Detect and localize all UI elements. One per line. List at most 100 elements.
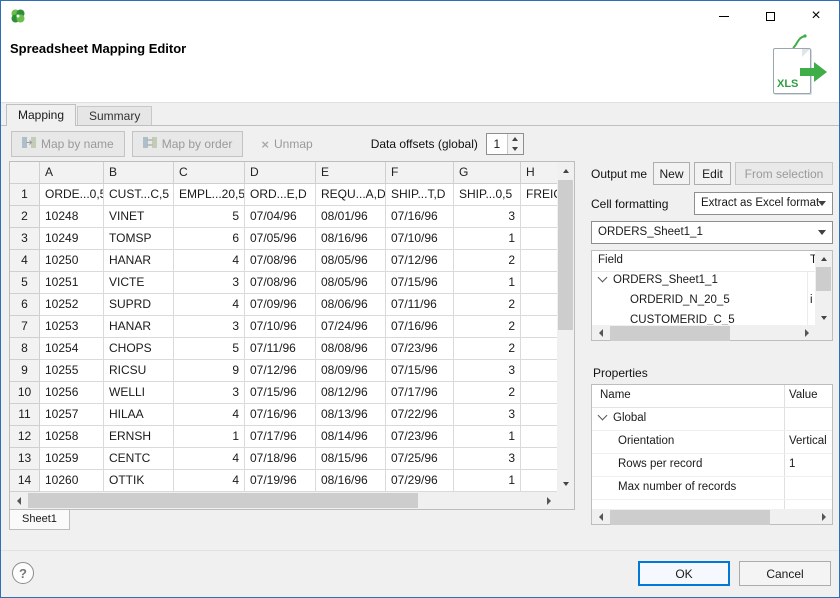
grid-cell[interactable] <box>521 426 557 448</box>
grid-cell[interactable]: 07/04/96 <box>245 206 316 228</box>
tab-summary[interactable]: Summary <box>77 106 152 125</box>
chevron-down-icon[interactable] <box>598 411 608 421</box>
grid-cell[interactable]: VICTE <box>104 272 174 294</box>
grid-cell[interactable]: 10255 <box>40 360 104 382</box>
grid-cell[interactable]: SHIP...0,5 <box>454 184 521 206</box>
grid-cell[interactable]: 3 <box>454 404 521 426</box>
row-number[interactable]: 7 <box>10 316 40 338</box>
grid-cell[interactable]: 10257 <box>40 404 104 426</box>
grid-cell[interactable] <box>521 382 557 404</box>
name-column-header[interactable]: Name <box>592 385 784 407</box>
grid-cell[interactable]: 07/10/96 <box>245 316 316 338</box>
grid-cell[interactable]: 1 <box>174 426 245 448</box>
ok-button[interactable]: OK <box>638 561 730 586</box>
grid-cell[interactable]: 6 <box>174 228 245 250</box>
vertical-scroll-thumb[interactable] <box>558 180 573 330</box>
grid-cell[interactable]: 4 <box>174 448 245 470</box>
grid-cell[interactable] <box>521 272 557 294</box>
column-header-g[interactable]: G <box>454 162 521 184</box>
chevron-down-icon[interactable] <box>598 273 608 283</box>
tree-row[interactable]: ORDERID_N_20_5i <box>592 291 815 311</box>
grid-cell[interactable]: 2 <box>454 338 521 360</box>
grid-cell[interactable]: ERNSH <box>104 426 174 448</box>
grid-cell[interactable]: 07/29/96 <box>386 470 454 492</box>
grid-cell[interactable]: 07/25/96 <box>386 448 454 470</box>
grid-cell[interactable]: 07/12/96 <box>245 360 316 382</box>
scroll-down-arrow[interactable] <box>557 475 574 492</box>
grid-cell[interactable]: EMPL...20,5 <box>174 184 245 206</box>
grid-cell[interactable]: 07/19/96 <box>245 470 316 492</box>
row-number[interactable]: 1 <box>10 184 40 206</box>
grid-vertical-scrollbar[interactable] <box>557 162 574 492</box>
cancel-button[interactable]: Cancel <box>739 561 831 586</box>
grid-cell[interactable]: 08/16/96 <box>316 470 386 492</box>
grid-cell[interactable]: ORD...E,D <box>245 184 316 206</box>
grid-cell[interactable]: 07/11/96 <box>386 294 454 316</box>
grid-cell[interactable] <box>521 470 557 492</box>
grid-cell[interactable]: 4 <box>174 404 245 426</box>
grid-cell[interactable]: 08/08/96 <box>316 338 386 360</box>
grid-cell[interactable]: 3 <box>454 206 521 228</box>
grid-cell[interactable]: 10253 <box>40 316 104 338</box>
grid-cell[interactable]: 10249 <box>40 228 104 250</box>
grid-cell[interactable]: HANAR <box>104 250 174 272</box>
unmap-button[interactable]: × Unmap <box>250 131 323 157</box>
data-offsets-value[interactable]: 1 <box>487 134 507 154</box>
grid-cell[interactable]: 07/15/96 <box>245 382 316 404</box>
row-number[interactable]: 14 <box>10 470 40 492</box>
grid-cell[interactable]: 10259 <box>40 448 104 470</box>
grid-cell[interactable]: 10251 <box>40 272 104 294</box>
grid-cell[interactable]: 08/16/96 <box>316 228 386 250</box>
grid-cell[interactable]: 4 <box>174 470 245 492</box>
horizontal-scroll-thumb[interactable] <box>610 510 770 525</box>
grid-cell[interactable]: 07/23/96 <box>386 426 454 448</box>
grid-cell[interactable] <box>521 404 557 426</box>
scroll-up-arrow[interactable] <box>557 162 574 179</box>
scroll-right-arrow[interactable] <box>540 492 557 509</box>
grid-cell[interactable]: 07/12/96 <box>386 250 454 272</box>
grid-horizontal-scrollbar[interactable] <box>10 492 557 509</box>
scroll-left-arrow[interactable] <box>592 509 609 524</box>
grid-cell[interactable]: 07/17/96 <box>386 382 454 404</box>
column-header-h[interactable]: H <box>521 162 557 184</box>
grid-cell[interactable]: 07/15/96 <box>386 272 454 294</box>
type-column-header[interactable]: T <box>807 251 815 271</box>
grid-cell[interactable] <box>521 338 557 360</box>
property-value[interactable]: Vertical <box>784 431 832 453</box>
grid-cell[interactable]: 1 <box>454 426 521 448</box>
grid-cell[interactable]: 08/12/96 <box>316 382 386 404</box>
column-header-f[interactable]: F <box>386 162 454 184</box>
grid-cell[interactable]: 07/18/96 <box>245 448 316 470</box>
column-header-a[interactable]: A <box>40 162 104 184</box>
property-row[interactable]: Global <box>592 408 832 431</box>
grid-cell[interactable]: 2 <box>454 316 521 338</box>
cell-formatting-select[interactable]: Extract as Excel format <box>694 192 833 215</box>
horizontal-scroll-thumb[interactable] <box>610 326 730 341</box>
scroll-left-arrow[interactable] <box>592 325 609 340</box>
property-row[interactable]: OrientationVertical <box>592 431 832 454</box>
grid-corner-cell[interactable] <box>10 162 40 184</box>
grid-cell[interactable]: RICSU <box>104 360 174 382</box>
grid-cell[interactable]: SHIP...T,D <box>386 184 454 206</box>
map-by-order-button[interactable]: Map by order <box>132 131 244 157</box>
grid-cell[interactable] <box>521 294 557 316</box>
grid-cell[interactable]: CENTC <box>104 448 174 470</box>
row-number[interactable]: 3 <box>10 228 40 250</box>
grid-cell[interactable]: 2 <box>454 382 521 404</box>
metadata-select[interactable]: ORDERS_Sheet1_1 <box>591 221 833 244</box>
row-number[interactable]: 9 <box>10 360 40 382</box>
row-number[interactable]: 10 <box>10 382 40 404</box>
grid-cell[interactable]: 07/08/96 <box>245 250 316 272</box>
grid-cell[interactable]: 10260 <box>40 470 104 492</box>
grid-cell[interactable]: 07/11/96 <box>245 338 316 360</box>
grid-cell[interactable]: ORDE...0,5 <box>40 184 104 206</box>
row-number[interactable]: 11 <box>10 404 40 426</box>
sheet-tab-sheet1[interactable]: Sheet1 <box>9 510 70 530</box>
grid-cell[interactable]: 1 <box>454 228 521 250</box>
help-button[interactable]: ? <box>12 562 34 584</box>
grid-cell[interactable]: 3 <box>174 316 245 338</box>
grid-cell[interactable]: HANAR <box>104 316 174 338</box>
grid-cell[interactable] <box>521 316 557 338</box>
new-metadata-button[interactable]: New <box>653 162 690 185</box>
grid-cell[interactable]: FREIG... <box>521 184 557 206</box>
